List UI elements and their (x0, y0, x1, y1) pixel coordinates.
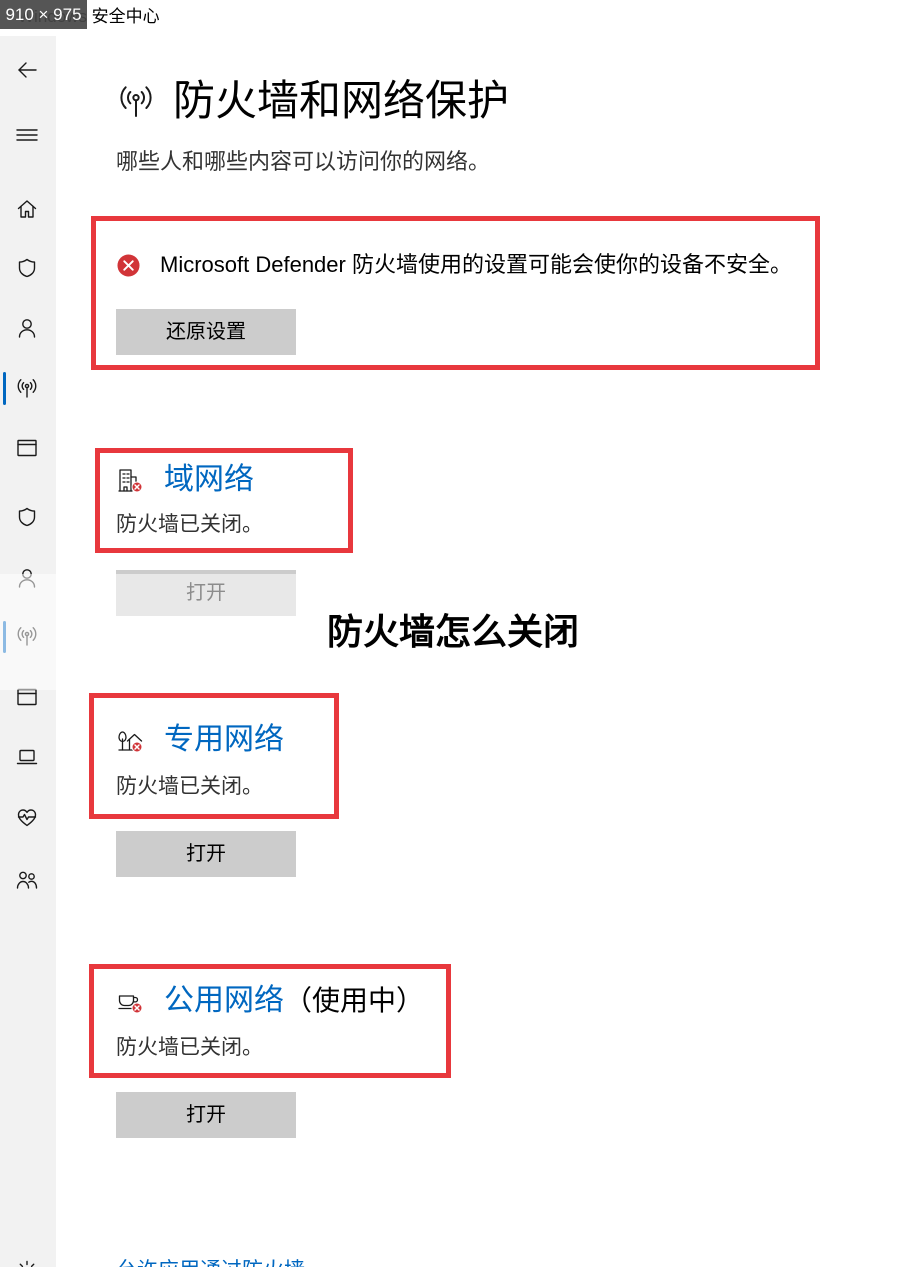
watermark-caption: 防火墙怎么关闭 (327, 611, 580, 652)
private-firewall-status: 防火墙已关闭。 (116, 775, 263, 798)
image-size-badge: 910 × 975 (0, 0, 87, 29)
virus-protection-shield-icon[interactable] (15, 505, 39, 529)
device-health-heart-icon[interactable] (15, 805, 39, 829)
page-subtitle: 哪些人和哪些内容可以访问你的网络。 (116, 149, 491, 174)
domain-network-card: 域网络 防火墙已关闭。 (95, 448, 353, 553)
public-turn-on-button[interactable]: 打开 (116, 1092, 296, 1138)
account-protection-icon[interactable] (15, 316, 39, 340)
page-title: 防火墙和网络保护 (173, 77, 510, 124)
firewall-network-icon[interactable] (15, 376, 39, 400)
firewall-network-icon (116, 81, 156, 121)
home-icon[interactable] (15, 197, 39, 221)
domain-firewall-status: 防火墙已关闭。 (116, 513, 263, 536)
domain-network-link[interactable]: 域网络 (164, 463, 254, 497)
public-network-icon (117, 988, 143, 1014)
menu-icon[interactable] (15, 123, 39, 147)
network-heading: 公用网络 （使用中） (164, 984, 424, 1018)
private-network-card: 专用网络 防火墙已关闭。 (89, 693, 339, 819)
private-network-icon (117, 727, 143, 753)
family-options-icon[interactable] (15, 868, 39, 892)
back-arrow-icon[interactable] (15, 58, 39, 82)
in-use-label: （使用中） (284, 985, 425, 1016)
app-browser-control-icon[interactable] (15, 436, 39, 460)
network-heading: 专用网络 (164, 723, 284, 757)
virus-protection-shield-icon[interactable] (15, 256, 39, 280)
title-bar: Windows 安全中心 910 × 975 (0, 0, 908, 36)
public-network-card: 公用网络 （使用中） 防火墙已关闭。 (89, 964, 451, 1078)
private-network-link[interactable]: 专用网络 (164, 723, 284, 757)
error-icon (117, 254, 140, 277)
allow-app-through-firewall-link[interactable]: 允许应用通过防火墙 (116, 1258, 305, 1267)
public-firewall-status: 防火墙已关闭。 (116, 1036, 263, 1059)
restore-settings-button[interactable]: 还原设置 (116, 309, 296, 355)
private-turn-on-button[interactable]: 打开 (116, 831, 296, 877)
selected-indicator (3, 372, 6, 405)
settings-gear-icon[interactable] (15, 1259, 39, 1267)
warning-message: Microsoft Defender 防火墙使用的设置可能会使你的设备不安全。 (160, 252, 792, 277)
domain-network-icon (117, 467, 143, 493)
device-security-laptop-icon[interactable] (15, 745, 39, 769)
public-network-link[interactable]: 公用网络 (164, 984, 284, 1018)
network-heading: 域网络 (164, 463, 254, 497)
security-warning-box: Microsoft Defender 防火墙使用的设置可能会使你的设备不安全。 … (91, 216, 820, 370)
allow-app-link-container: 允许应用通过防火墙 (116, 1258, 356, 1267)
